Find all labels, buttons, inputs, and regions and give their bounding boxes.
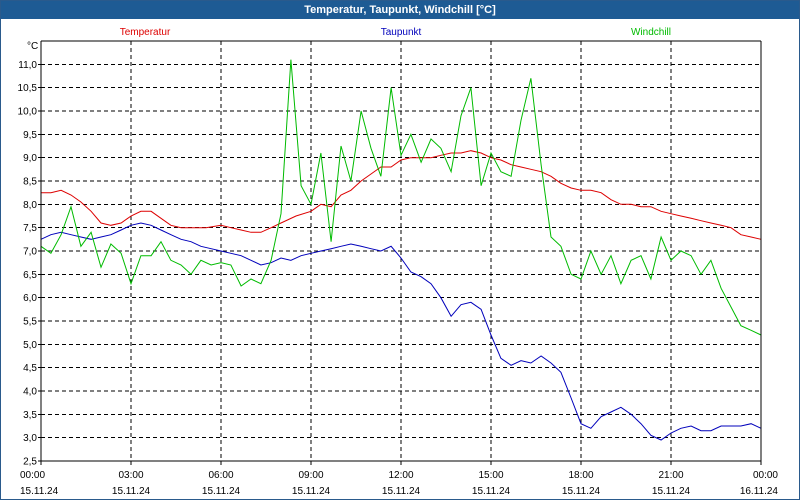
x-tick-label-time: 06:00: [208, 470, 233, 481]
x-tick-label-date: 15.11.24: [202, 486, 241, 497]
x-tick-label-date: 15.11.24: [20, 486, 59, 497]
legend-entry-temperatur: Temperatur: [120, 27, 171, 38]
y-tick-label: 6,5: [23, 270, 37, 281]
y-tick-label: 8,5: [23, 177, 37, 188]
x-tick-label-date: 15.11.24: [382, 486, 421, 497]
y-tick-label: 4,0: [23, 387, 37, 398]
x-tick-label-time: 09:00: [298, 470, 323, 481]
y-tick-label: 3,0: [23, 433, 37, 444]
chart-area: °C 2,5 3,0 3,5 4,0 4,5 5,0 5,5 6,0 6,5 7,0 7,5 8,0 8,…: [18, 27, 779, 497]
legend: Temperatur Taupunkt Windchill: [120, 27, 671, 38]
y-tick-label: 10,5: [18, 83, 38, 94]
y-axis-unit-label: °C: [27, 41, 38, 52]
y-tick-label: 7,0: [23, 247, 37, 258]
y-tick-label: 7,5: [23, 223, 37, 234]
x-tick-label-time: 03:00: [118, 470, 143, 481]
x-tick-label-time: 00:00: [753, 470, 778, 481]
x-tick-label-date: 15.11.24: [562, 486, 601, 497]
y-tick-label: 10,0: [18, 107, 38, 118]
legend-entry-windchill: Windchill: [631, 27, 671, 38]
x-tick-label-date: 15.11.24: [112, 486, 151, 497]
y-tick-label: 4,5: [23, 363, 37, 374]
x-tick-label-date: 15.11.24: [472, 486, 511, 497]
y-tick-label: 6,0: [23, 293, 37, 304]
x-tick-label-date: 15.11.24: [652, 486, 691, 497]
x-tick-label-date: 16.11.24: [740, 486, 779, 497]
y-tick-label: 3,5: [23, 410, 37, 421]
y-tick-label: 9,0: [23, 153, 37, 164]
y-tick-label: 2,5: [23, 457, 37, 468]
y-tick-label: 9,5: [23, 130, 37, 141]
x-tick-label-time: 00:00: [20, 470, 45, 481]
x-tick-label-time: 15:00: [478, 470, 503, 481]
chart-window: Temperatur, Taupunkt, Windchill [°C] °C 2…: [0, 0, 800, 500]
y-tick-label: 8,0: [23, 200, 37, 211]
y-tick-label: 11,0: [18, 60, 37, 71]
x-tick-label-date: 15.11.24: [292, 486, 331, 497]
x-tick-label-time: 21:00: [658, 470, 683, 481]
x-tick-label-time: 18:00: [568, 470, 593, 481]
x-tick-label-time: 12:00: [388, 470, 413, 481]
y-tick-label: 5,0: [23, 340, 37, 351]
y-tick-label: 5,5: [23, 317, 37, 328]
legend-entry-taupunkt: Taupunkt: [381, 27, 422, 38]
